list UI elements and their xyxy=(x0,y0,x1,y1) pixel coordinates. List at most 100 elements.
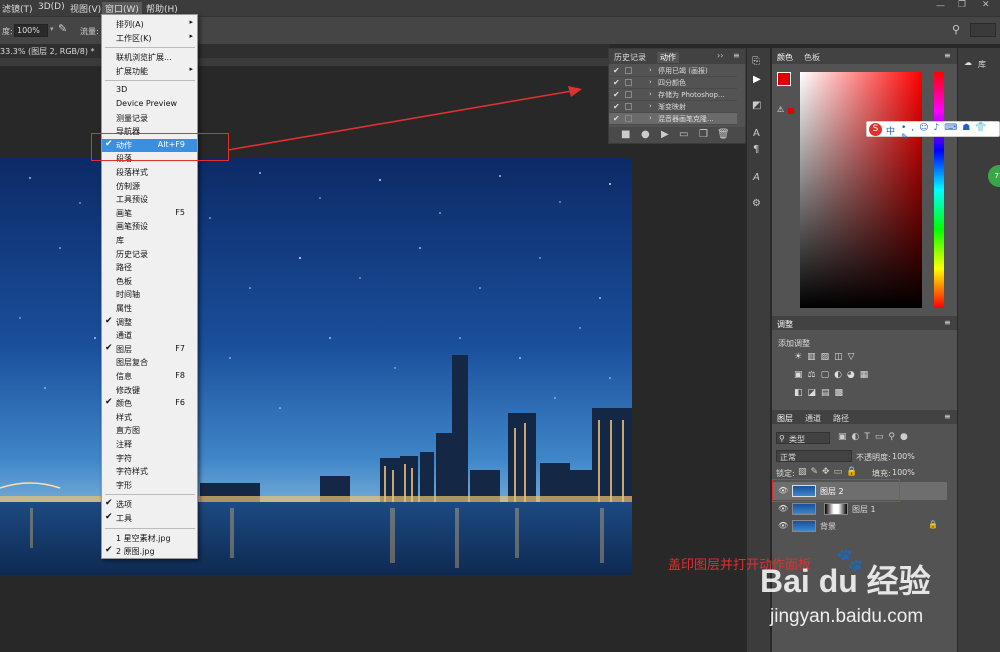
toggle-check-icon[interactable]: ✔ xyxy=(613,90,620,99)
menu-filter[interactable]: 滤镜(T) xyxy=(2,2,33,15)
layer-name[interactable]: 图层 1 xyxy=(852,504,876,515)
restore-icon[interactable]: ❐ xyxy=(958,0,966,10)
toggle-check-icon[interactable]: ✔ xyxy=(613,78,620,87)
collapse-icon[interactable]: ›› xyxy=(717,51,723,60)
window-menu-item[interactable]: 扩展功能 ▸ xyxy=(102,65,197,78)
stop-icon[interactable]: ■ xyxy=(621,129,630,140)
window-menu-item[interactable]: 字符样式 xyxy=(102,465,197,478)
chevron-down-icon[interactable]: ▾ xyxy=(50,25,54,33)
eye-icon[interactable]: 👁 xyxy=(778,521,788,530)
window-menu-item[interactable]: 路径 xyxy=(102,261,197,274)
hue-slider[interactable] xyxy=(934,72,944,308)
toggle-check-icon[interactable]: ✔ xyxy=(613,102,620,111)
action-row[interactable]: ✔ › 四分颜色 xyxy=(609,77,737,89)
library-label[interactable]: 库 xyxy=(978,59,986,70)
window-menu-item[interactable]: 工具预设 xyxy=(102,193,197,206)
layer-filter-select[interactable]: ⚲ 类型 xyxy=(776,432,830,444)
window-menu-item[interactable]: 注释 xyxy=(102,438,197,451)
menu-view[interactable]: 视图(V) xyxy=(70,2,101,15)
window-menu-item[interactable]: ✔ 调整 xyxy=(102,316,197,329)
tab-swatches[interactable]: 色板 xyxy=(804,52,820,63)
glyphs-icon[interactable]: A xyxy=(753,172,760,183)
window-menu-item[interactable]: 工作区(K) ▸ xyxy=(102,32,197,45)
ime-mode[interactable]: 中 xyxy=(886,124,895,137)
properties-icon[interactable]: ⚙ xyxy=(752,198,761,209)
color-picker-field[interactable] xyxy=(800,72,922,308)
tab-paths[interactable]: 路径 xyxy=(833,413,849,424)
window-menu-item[interactable]: 3D xyxy=(102,84,197,97)
window-menu-item[interactable]: 历史记录 xyxy=(102,248,197,261)
lock-icons[interactable]: ▨✎✥▭🔒 xyxy=(798,467,862,479)
character-icon[interactable]: A xyxy=(753,128,760,139)
history-icon[interactable]: ⎘ xyxy=(752,56,760,67)
adjustment-icons-row-3[interactable]: ◧◪▤▩ xyxy=(794,388,894,400)
window-menu-item[interactable]: Device Preview xyxy=(102,98,197,111)
workspace-switcher[interactable] xyxy=(970,23,996,37)
window-menu-item[interactable]: ✔ 颜色 F6 xyxy=(102,397,197,410)
toggle-check-icon[interactable]: ✔ xyxy=(613,66,620,75)
window-menu-item[interactable]: 画笔 F5 xyxy=(102,207,197,220)
expand-arrow-icon[interactable]: › xyxy=(649,78,652,86)
action-row[interactable]: ✔ › 混音器画笔克隆... xyxy=(609,113,737,125)
panel-menu-icon[interactable]: ≡ xyxy=(733,51,740,60)
tab-history[interactable]: 历史记录 xyxy=(614,52,646,63)
close-icon[interactable]: ✕ xyxy=(982,0,990,10)
trash-icon[interactable]: 🗑 xyxy=(717,129,730,140)
window-menu-item[interactable]: 字形 xyxy=(102,479,197,492)
creative-cloud-icon[interactable]: ☁ xyxy=(964,58,972,67)
action-row[interactable]: ✔ › 停用已竭 (画报) xyxy=(609,65,737,77)
expand-arrow-icon[interactable]: › xyxy=(649,66,652,74)
window-menu-item[interactable]: 时间轴 xyxy=(102,288,197,301)
dialog-toggle-icon[interactable] xyxy=(625,67,632,74)
zoom-input[interactable]: 100% xyxy=(14,24,48,37)
window-menu-item[interactable]: 字符 xyxy=(102,452,197,465)
gamut-swatch[interactable] xyxy=(788,108,794,114)
search-icon[interactable]: ⚲ xyxy=(952,23,960,36)
layers-panel-menu-icon[interactable]: ≡ xyxy=(944,412,951,421)
expand-arrow-icon[interactable]: › xyxy=(649,102,652,110)
airbrush-icon[interactable]: ✎ xyxy=(58,22,67,35)
window-menu-item[interactable]: ✔ 2 原图.jpg xyxy=(102,545,197,558)
adjust-panel-menu-icon[interactable]: ≡ xyxy=(944,318,951,327)
fill-input[interactable]: 100% xyxy=(892,468,915,477)
window-menu-item[interactable]: 图层复合 xyxy=(102,356,197,369)
window-menu-item[interactable]: 通道 xyxy=(102,329,197,342)
window-menu-item[interactable]: 联机浏览扩展... xyxy=(102,51,197,64)
tab-actions[interactable]: 动作 xyxy=(657,52,679,63)
minimize-icon[interactable]: — xyxy=(936,1,945,11)
window-menu-item[interactable]: ✔ 选项 xyxy=(102,498,197,511)
dialog-toggle-icon[interactable] xyxy=(625,79,632,86)
window-menu-item[interactable]: ✔ 图层 F7 xyxy=(102,343,197,356)
dialog-toggle-icon[interactable] xyxy=(625,91,632,98)
action-row[interactable]: ✔ › 存储为 Photoshop... xyxy=(609,89,737,101)
dialog-toggle-icon[interactable] xyxy=(625,115,632,122)
action-row[interactable]: ✔ › 渐变映射 xyxy=(609,101,737,113)
window-menu-item[interactable]: 直方图 xyxy=(102,424,197,437)
folder-icon[interactable]: ▭ xyxy=(679,129,688,140)
tab-layers[interactable]: 图层 xyxy=(777,413,793,424)
window-menu-item[interactable]: 样式 xyxy=(102,411,197,424)
window-menu-item[interactable]: 库 xyxy=(102,234,197,247)
layer-row[interactable]: 👁 背景 🔒 xyxy=(772,517,947,534)
expand-arrow-icon[interactable]: › xyxy=(649,90,652,98)
window-menu-item[interactable]: 色板 xyxy=(102,275,197,288)
tab-channels[interactable]: 通道 xyxy=(805,413,821,424)
paragraph-icon[interactable]: ¶ xyxy=(753,144,759,155)
tab-color[interactable]: 颜色 xyxy=(777,52,793,63)
foreground-color-swatch[interactable] xyxy=(777,72,791,86)
adjustment-icons-row-1[interactable]: ☀▥▨◫▽ xyxy=(794,352,894,364)
eye-icon[interactable]: 👁 xyxy=(778,504,788,513)
canvas-image[interactable] xyxy=(0,158,632,575)
window-menu-item[interactable]: 修改键 xyxy=(102,384,197,397)
window-menu-item[interactable]: 段落样式 xyxy=(102,166,197,179)
adjustments-icon[interactable]: ◩ xyxy=(752,100,761,111)
toggle-check-icon[interactable]: ✔ xyxy=(613,114,620,123)
opacity-input[interactable]: 100% xyxy=(892,452,915,461)
expand-arrow-icon[interactable]: › xyxy=(649,114,652,122)
window-menu-item[interactable]: 1 星空素材.jpg xyxy=(102,532,197,545)
layer-filter-icons[interactable]: ▣◐T▭⚲● xyxy=(838,432,938,444)
blend-mode-select[interactable]: 正常 xyxy=(776,450,852,462)
window-menu-item[interactable]: 信息 F8 xyxy=(102,370,197,383)
ime-tool-icons[interactable]: •,☺♪⌨☗👕✎ xyxy=(901,123,999,143)
dialog-toggle-icon[interactable] xyxy=(625,103,632,110)
